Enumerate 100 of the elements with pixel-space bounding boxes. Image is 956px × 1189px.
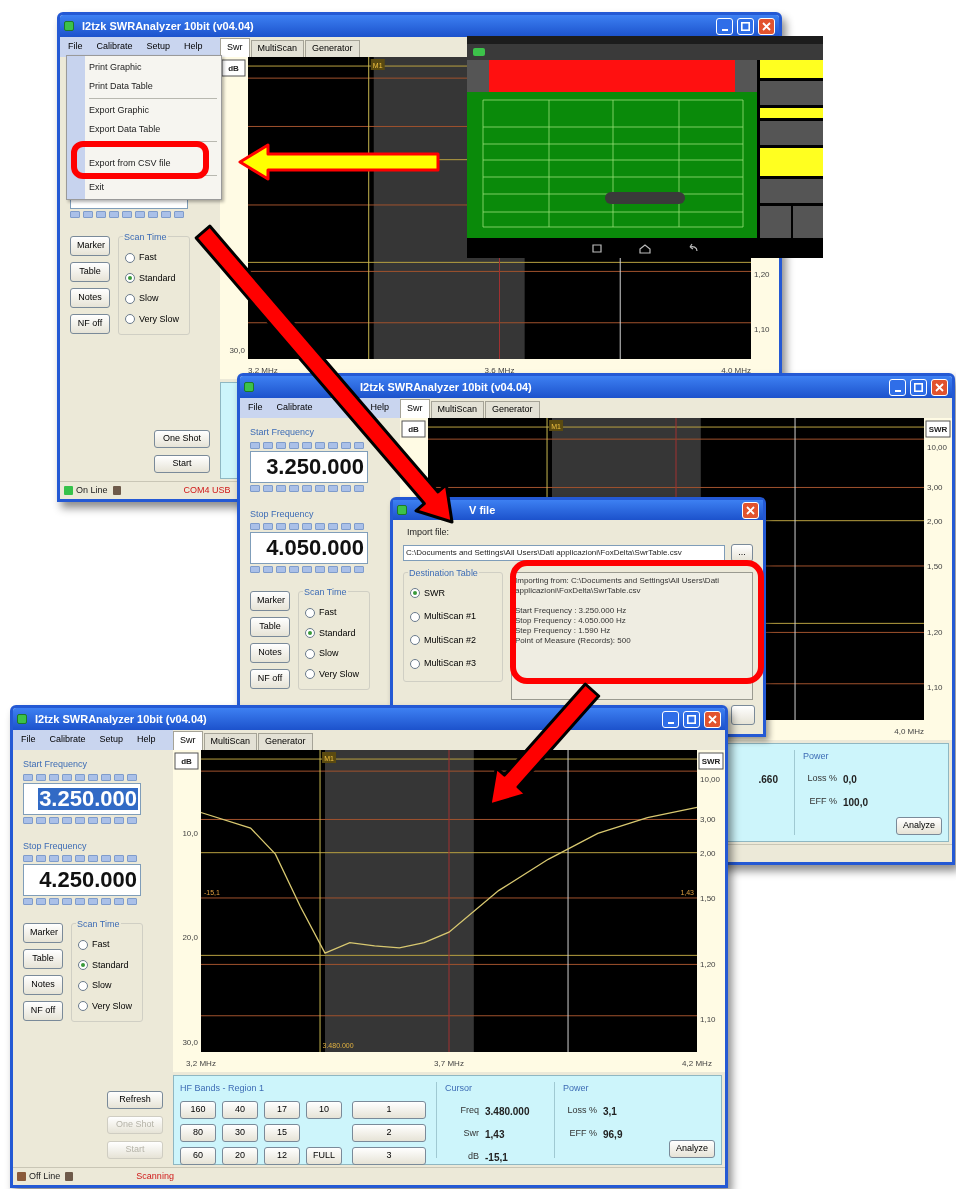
close-icon [708,714,717,724]
side-button[interactable]: Table [250,617,290,637]
radio-option[interactable]: Very Slow [305,667,363,681]
square-icon[interactable] [591,242,603,254]
radio-option[interactable]: Fast [125,251,183,265]
memory-button[interactable]: 3 [352,1146,426,1165]
tab[interactable]: Swr [400,399,430,418]
field-label: Import file: [407,526,450,539]
action-button[interactable]: Refresh [107,1091,163,1109]
tab[interactable]: Swr [220,38,250,57]
band-button[interactable]: 40 [222,1100,258,1119]
frequency-field[interactable]: 3.250.000 [250,450,368,483]
band-button[interactable]: 12 [264,1146,300,1165]
tab[interactable]: MultiScan [250,40,304,57]
action-button[interactable]: Start [154,455,210,473]
radio-option[interactable]: Standard [305,626,363,640]
band-button[interactable]: 30 [222,1123,258,1142]
browse-button[interactable]: ... [731,543,753,562]
side-button[interactable]: Table [23,949,63,969]
maximize-button[interactable] [737,17,754,35]
side-button[interactable]: Notes [250,643,290,663]
back-icon[interactable] [687,242,699,254]
menu-item[interactable]: Export Data Table [89,120,217,139]
value-text: -15,1 [485,1150,508,1165]
radio-option[interactable]: Slow [78,979,136,993]
menu-item[interactable]: File [68,40,83,54]
dialog-button[interactable] [731,705,755,725]
menu-item[interactable]: Export Graphic [89,101,217,120]
maximize-button[interactable] [683,710,700,728]
radio-option[interactable]: Standard [78,958,136,972]
menu-item[interactable]: File [21,733,36,747]
menu-item[interactable]: Setup [146,40,171,54]
tab[interactable]: Generator [485,401,540,418]
side-button[interactable]: Notes [70,288,110,308]
menu-item[interactable]: Calibrate [49,733,86,747]
radio-option[interactable]: Very Slow [125,312,183,326]
band-button[interactable]: FULL [306,1146,342,1165]
frequency-field[interactable]: 3.250.000 [23,782,141,815]
radio-option[interactable]: MultiScan #2 [410,633,496,647]
action-button[interactable]: One Shot [154,430,210,448]
menu-item[interactable]: Calibrate [276,401,313,415]
menu-item[interactable]: Help [370,401,389,415]
memory-button[interactable]: 2 [352,1123,426,1142]
tab[interactable]: MultiScan [203,733,257,750]
close-button[interactable] [742,501,759,519]
side-button[interactable] [792,206,823,238]
menu-item[interactable]: Setup [99,733,124,747]
frequency-field[interactable]: 4.050.000 [250,532,368,564]
side-button[interactable]: NF off [23,1001,63,1021]
radio-option[interactable]: SWR [410,586,496,600]
side-button[interactable]: Marker [250,591,290,611]
app-icon [473,48,485,56]
menu-item[interactable]: Help [137,733,156,747]
tab[interactable]: Generator [305,40,360,57]
maximize-button[interactable] [910,378,927,396]
radio-option[interactable]: Fast [305,606,363,620]
analyze-button[interactable]: Analyze [668,1140,715,1158]
band-button[interactable]: 60 [180,1146,216,1165]
file-path-field[interactable]: C:\Documents and Settings\All Users\Dati applicazioni\FoxDelta\SwrTable.csv [403,544,725,561]
menu-item[interactable]: Print Data Table [89,77,217,96]
close-button[interactable] [704,710,721,728]
radio-option[interactable]: Fast [78,938,136,952]
tab[interactable]: Swr [173,731,203,750]
band-button[interactable]: 10 [306,1100,342,1119]
menu-item[interactable]: File [248,401,263,415]
home-icon[interactable] [639,242,651,254]
side-button[interactable]: Table [70,262,110,282]
band-button[interactable]: 20 [222,1146,258,1165]
close-button[interactable] [758,17,775,35]
minimize-button[interactable] [662,710,679,728]
memory-button[interactable]: 1 [352,1100,426,1119]
radio-option[interactable]: Slow [305,647,363,661]
analyze-button[interactable]: Analyze [895,817,942,835]
radio-option[interactable]: MultiScan #1 [410,610,496,624]
menu-item[interactable]: Help [184,40,203,54]
radio-option[interactable]: MultiScan #3 [410,657,496,671]
band-button[interactable]: 17 [264,1100,300,1119]
group-label: Power [802,750,830,763]
radio-option[interactable]: Very Slow [78,999,136,1013]
side-button[interactable]: Marker [70,236,110,256]
radio-option[interactable]: Slow [125,292,183,306]
band-button[interactable]: 160 [180,1100,216,1119]
tab[interactable]: MultiScan [430,401,484,418]
band-button[interactable]: 15 [264,1123,300,1142]
side-button[interactable]: NF off [70,314,110,334]
close-button[interactable] [931,378,948,396]
tab[interactable]: Generator [258,733,313,750]
side-button[interactable]: Marker [23,923,63,943]
side-button[interactable]: Notes [23,975,63,995]
radio-option[interactable]: Standard [125,271,183,285]
menu-item[interactable]: Exit [89,178,217,197]
minimize-button[interactable] [889,378,906,396]
frequency-field[interactable]: 4.250.000 [23,864,141,896]
app-icon [17,714,27,724]
band-button[interactable]: 80 [180,1123,216,1142]
menu-item[interactable]: Calibrate [96,40,133,54]
menu-item[interactable]: Export from CSV file [89,154,217,173]
menu-item[interactable]: Print Graphic [89,58,217,77]
minimize-button[interactable] [716,17,733,35]
side-button[interactable]: NF off [250,669,290,689]
